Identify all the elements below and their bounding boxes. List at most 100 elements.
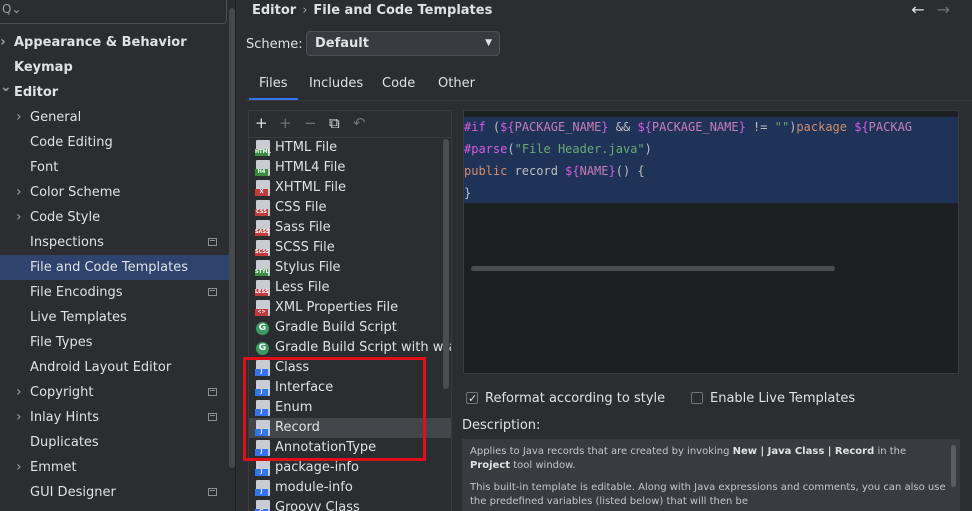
template-item[interactable]: Jmodule-info	[249, 478, 451, 498]
chevron-right-icon[interactable]: ›	[16, 380, 22, 405]
sidebar-item-label: Emmet	[30, 460, 77, 475]
project-scope-icon	[208, 488, 217, 496]
sidebar-item-keymap[interactable]: Keymap	[0, 55, 235, 80]
chevron-right-icon[interactable]: ›	[16, 180, 22, 205]
java-file-icon: J	[255, 460, 270, 476]
file-type-tag: J	[255, 449, 268, 456]
sidebar-item-label: Inspections	[30, 235, 104, 250]
sidebar-item-label: Duplicates	[30, 435, 99, 450]
chevron-right-icon[interactable]: ›	[16, 405, 22, 430]
remove-icon[interactable]: −	[304, 114, 317, 132]
template-item[interactable]: J Class	[249, 358, 451, 378]
template-item[interactable]: Jpackage-info	[249, 458, 451, 478]
template-name: XHTML File	[275, 180, 346, 195]
scheme-value: Default	[315, 36, 369, 51]
java-file-icon: J	[255, 400, 270, 416]
template-item[interactable]: LESS Less File	[249, 278, 451, 298]
template-item[interactable]: G Gradle Build Script with wrapp	[249, 338, 451, 358]
template-item[interactable]: SASS Sass File	[249, 218, 451, 238]
sidebar-item-copyright[interactable]: › Copyright	[0, 380, 235, 405]
template-item[interactable]: HTML HTML File	[249, 138, 451, 158]
sidebar-item-label: GUI Designer	[30, 485, 116, 500]
tab-includes[interactable]: Includes	[309, 72, 363, 96]
html-file-icon: HTML	[255, 140, 271, 156]
template-item[interactable]: <> XML Properties File	[249, 298, 451, 318]
chevron-right-icon[interactable]: ›	[0, 30, 6, 55]
template-name: package-info	[275, 460, 359, 475]
description-scrollbar[interactable]	[951, 445, 956, 487]
template-name: HTML File	[275, 140, 338, 155]
xml-file-icon: <>	[255, 300, 270, 316]
forward-arrow-icon[interactable]: →	[937, 0, 950, 19]
tab-code[interactable]: Code	[382, 72, 415, 96]
sidebar-item-file-types[interactable]: File Types	[0, 330, 235, 355]
reformat-checkbox[interactable]	[466, 390, 478, 408]
template-item[interactable]: G Gradle Build Script	[249, 318, 451, 338]
template-item[interactable]: CSS CSS File	[249, 198, 451, 218]
chevron-right-icon[interactable]: ›	[16, 455, 22, 480]
template-item[interactable]: J Record	[249, 418, 451, 438]
reset-icon[interactable]: ↶	[353, 114, 366, 132]
sidebar-item-font[interactable]: Font	[0, 155, 235, 180]
sidebar-item-color-scheme[interactable]: › Color Scheme	[0, 180, 235, 205]
template-item[interactable]: J AnnotationType	[249, 438, 451, 458]
sidebar-item-label: File Encodings	[30, 285, 123, 300]
file-type-tag: J	[255, 369, 268, 376]
template-item[interactable]: SCSS SCSS File	[249, 238, 451, 258]
template-item[interactable]: J Interface	[249, 378, 451, 398]
chevron-down-icon[interactable]: ⌄	[0, 75, 12, 100]
file-type-tag: J	[255, 469, 268, 476]
template-name: Record	[275, 420, 320, 435]
template-item[interactable]: H4 HTML4 File	[249, 158, 451, 178]
tab-files[interactable]: Files	[249, 72, 297, 101]
back-arrow-icon[interactable]: ←	[911, 0, 924, 19]
code-line-2: #parse("File Header.java")	[464, 142, 652, 156]
file-type-tag: J	[255, 429, 268, 436]
breadcrumb-page: File and Code Templates	[313, 3, 493, 18]
breadcrumb-root[interactable]: Editor	[252, 3, 296, 18]
sidebar-item-live-templates[interactable]: Live Templates	[0, 305, 235, 330]
settings-sidebar: Q⌄ › Appearance & Behavior Keymap ⌄ Editor › G…	[0, 0, 235, 511]
add-icon[interactable]: +	[255, 114, 268, 132]
description-box: Applies to Java records that are created…	[462, 439, 960, 511]
sidebar-item-inlay-hints[interactable]: › Inlay Hints	[0, 405, 235, 430]
chevron-right-icon[interactable]: ›	[16, 105, 22, 130]
chevron-right-icon[interactable]: ›	[16, 205, 22, 230]
java-file-icon: J	[255, 420, 270, 436]
sidebar-item-code-style[interactable]: › Code Style	[0, 205, 235, 230]
file-type-tag: SCSS	[255, 249, 270, 256]
template-item[interactable]: X XHTML File	[249, 178, 451, 198]
template-item[interactable]: STYL Stylus File	[249, 258, 451, 278]
sidebar-item-inspections[interactable]: Inspections	[0, 230, 235, 255]
search-field[interactable]: Q⌄	[0, 0, 227, 24]
scheme-dropdown[interactable]: Default ▼	[306, 31, 500, 56]
java-file-icon: J	[255, 380, 270, 396]
gradle-icon: G	[256, 322, 269, 335]
template-item[interactable]: J Enum	[249, 398, 451, 418]
sidebar-item-duplicates[interactable]: Duplicates	[0, 430, 235, 455]
sidebar-item-appearance-behavior[interactable]: › Appearance & Behavior	[0, 30, 235, 55]
sidebar-item-general[interactable]: › General	[0, 105, 235, 130]
sidebar-item-file-encodings[interactable]: File Encodings	[0, 280, 235, 305]
project-scope-icon	[208, 413, 217, 421]
scss-file-icon: SCSS	[255, 240, 270, 256]
project-scope-icon	[208, 288, 217, 296]
editor-horizontal-scrollbar[interactable]	[471, 266, 835, 271]
add-child-icon[interactable]: +	[279, 114, 292, 132]
sidebar-item-android-layout-editor[interactable]: Android Layout Editor	[0, 355, 235, 380]
sidebar-item-editor[interactable]: ⌄ Editor	[0, 79, 235, 105]
template-name: HTML4 File	[275, 160, 346, 175]
sidebar-item-gui-designer[interactable]: GUI Designer	[0, 480, 235, 505]
reformat-label: Reformat according to style	[485, 391, 666, 406]
sidebar-item-code-editing[interactable]: Code Editing	[0, 130, 235, 155]
sidebar-item-emmet[interactable]: › Emmet	[0, 455, 235, 480]
project-scope-icon	[208, 238, 217, 246]
search-icon: Q⌄	[2, 2, 22, 16]
live-templates-checkbox[interactable]	[691, 392, 703, 404]
list-scrollbar[interactable]	[443, 139, 449, 389]
template-code-editor[interactable]: #if (${PACKAGE_NAME} && ${PACKAGE_NAME} …	[463, 110, 959, 374]
sidebar-item-file-and-code-templates[interactable]: File and Code Templates	[0, 255, 235, 280]
copy-icon[interactable]: ⧉	[329, 114, 340, 132]
tab-other[interactable]: Other	[438, 72, 475, 96]
template-item[interactable]: G Groovy Class	[249, 498, 451, 511]
